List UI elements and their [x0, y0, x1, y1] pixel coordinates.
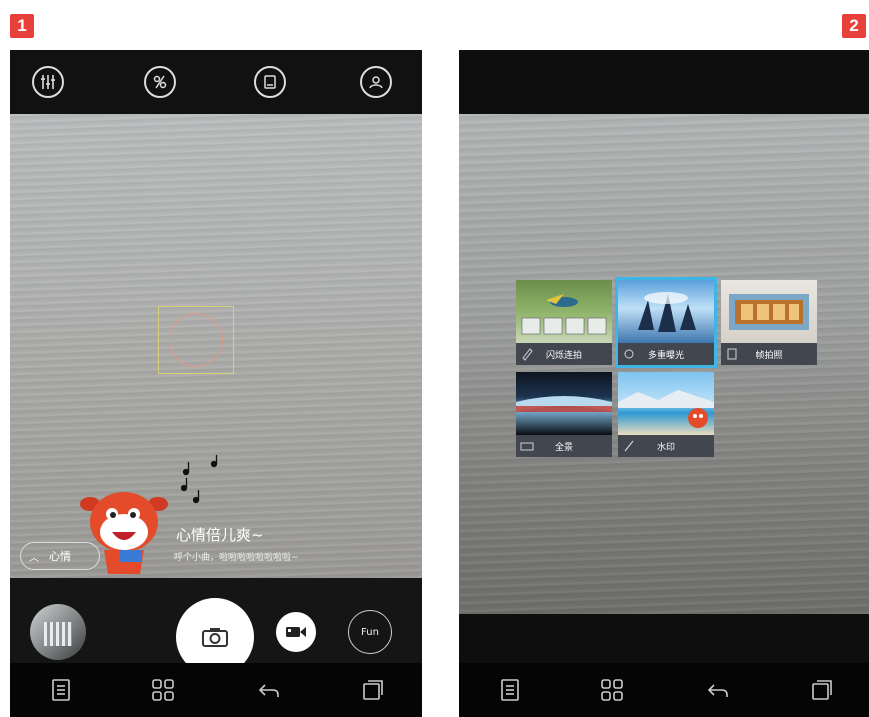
chevron-up-icon: ︿ — [29, 552, 39, 564]
back-icon[interactable] — [705, 677, 731, 703]
album-icon — [264, 75, 276, 89]
camera-viewfinder-dimmed: 闪烁连拍 多重曝光 帧拍照 全景 水印 — [459, 114, 869, 614]
mode-label: 帧拍照 — [755, 350, 783, 361]
phone-screen-2: 闪烁连拍 多重曝光 帧拍照 全景 水印 — [459, 50, 869, 717]
photo-album-button[interactable] — [254, 66, 286, 98]
step-badge-2: 2 — [842, 14, 866, 38]
mode-label: 水印 — [656, 442, 675, 453]
mood-caption-subtitle: 呼个小曲，啦啦啦啦啦啦啦啦~ — [174, 553, 299, 563]
front-camera-button[interactable] — [360, 66, 392, 98]
multi-exposure-thumbnail — [618, 280, 714, 343]
mood-caption-title: 心情倍儿爽~ — [176, 526, 264, 544]
mode-tile-panorama[interactable]: 全景 — [516, 372, 612, 457]
mood-button-label: 心情 — [49, 550, 71, 563]
system-nav-bar — [10, 663, 422, 717]
camera-top-toolbar — [10, 50, 422, 114]
mode-tile-watermark[interactable]: 水印 — [618, 372, 714, 457]
camera-control-bar: Fun — [10, 578, 422, 676]
panorama-thumbnail — [516, 372, 612, 435]
music-notes-icon — [180, 455, 218, 504]
mode-tile-burst[interactable]: 闪烁连拍 — [516, 280, 612, 365]
back-icon[interactable] — [256, 677, 282, 703]
mode-tile-multi-exposure[interactable]: 多重曝光 — [618, 280, 714, 365]
video-camera-icon — [286, 627, 306, 637]
settings-sliders-button[interactable] — [32, 66, 64, 98]
sliders-icon — [41, 75, 55, 89]
video-record-button[interactable] — [276, 612, 316, 652]
camera-icon — [202, 628, 228, 647]
focus-frame — [158, 306, 234, 374]
gallery-thumbnail[interactable] — [30, 604, 86, 660]
mode-label: 多重曝光 — [647, 350, 684, 361]
step-badge-1: 1 — [10, 14, 34, 38]
phone-screen-1: ︿ 心情 心情倍儿爽~ 呼个小曲，啦啦啦啦啦啦啦啦~ Fun — [10, 50, 422, 717]
portrait-icon — [369, 76, 383, 89]
mode-tile-frame-photo[interactable]: 帧拍照 — [721, 280, 817, 365]
frame-photo-thumbnail — [721, 280, 817, 343]
beauty-mode-button[interactable] — [144, 66, 176, 98]
menu-icon[interactable] — [497, 677, 523, 703]
apps-grid-icon[interactable] — [599, 677, 625, 703]
camera-viewfinder[interactable]: ︿ 心情 心情倍儿爽~ 呼个小曲，啦啦啦啦啦啦啦啦~ — [10, 114, 422, 578]
mode-label: 全景 — [554, 442, 573, 453]
apps-grid-icon[interactable] — [150, 677, 176, 703]
beauty-face-icon — [153, 75, 167, 89]
menu-icon[interactable] — [48, 677, 74, 703]
burst-thumbnail — [516, 280, 612, 343]
fun-mode-button[interactable]: Fun — [348, 610, 392, 654]
system-nav-bar — [459, 663, 869, 717]
watermark-thumbnail — [618, 372, 714, 435]
focus-circle — [169, 313, 223, 367]
recent-apps-icon[interactable] — [809, 677, 835, 703]
mode-label: 闪烁连拍 — [545, 350, 582, 361]
recent-apps-icon[interactable] — [360, 677, 386, 703]
mood-toggle-button[interactable]: ︿ 心情 — [20, 542, 100, 570]
